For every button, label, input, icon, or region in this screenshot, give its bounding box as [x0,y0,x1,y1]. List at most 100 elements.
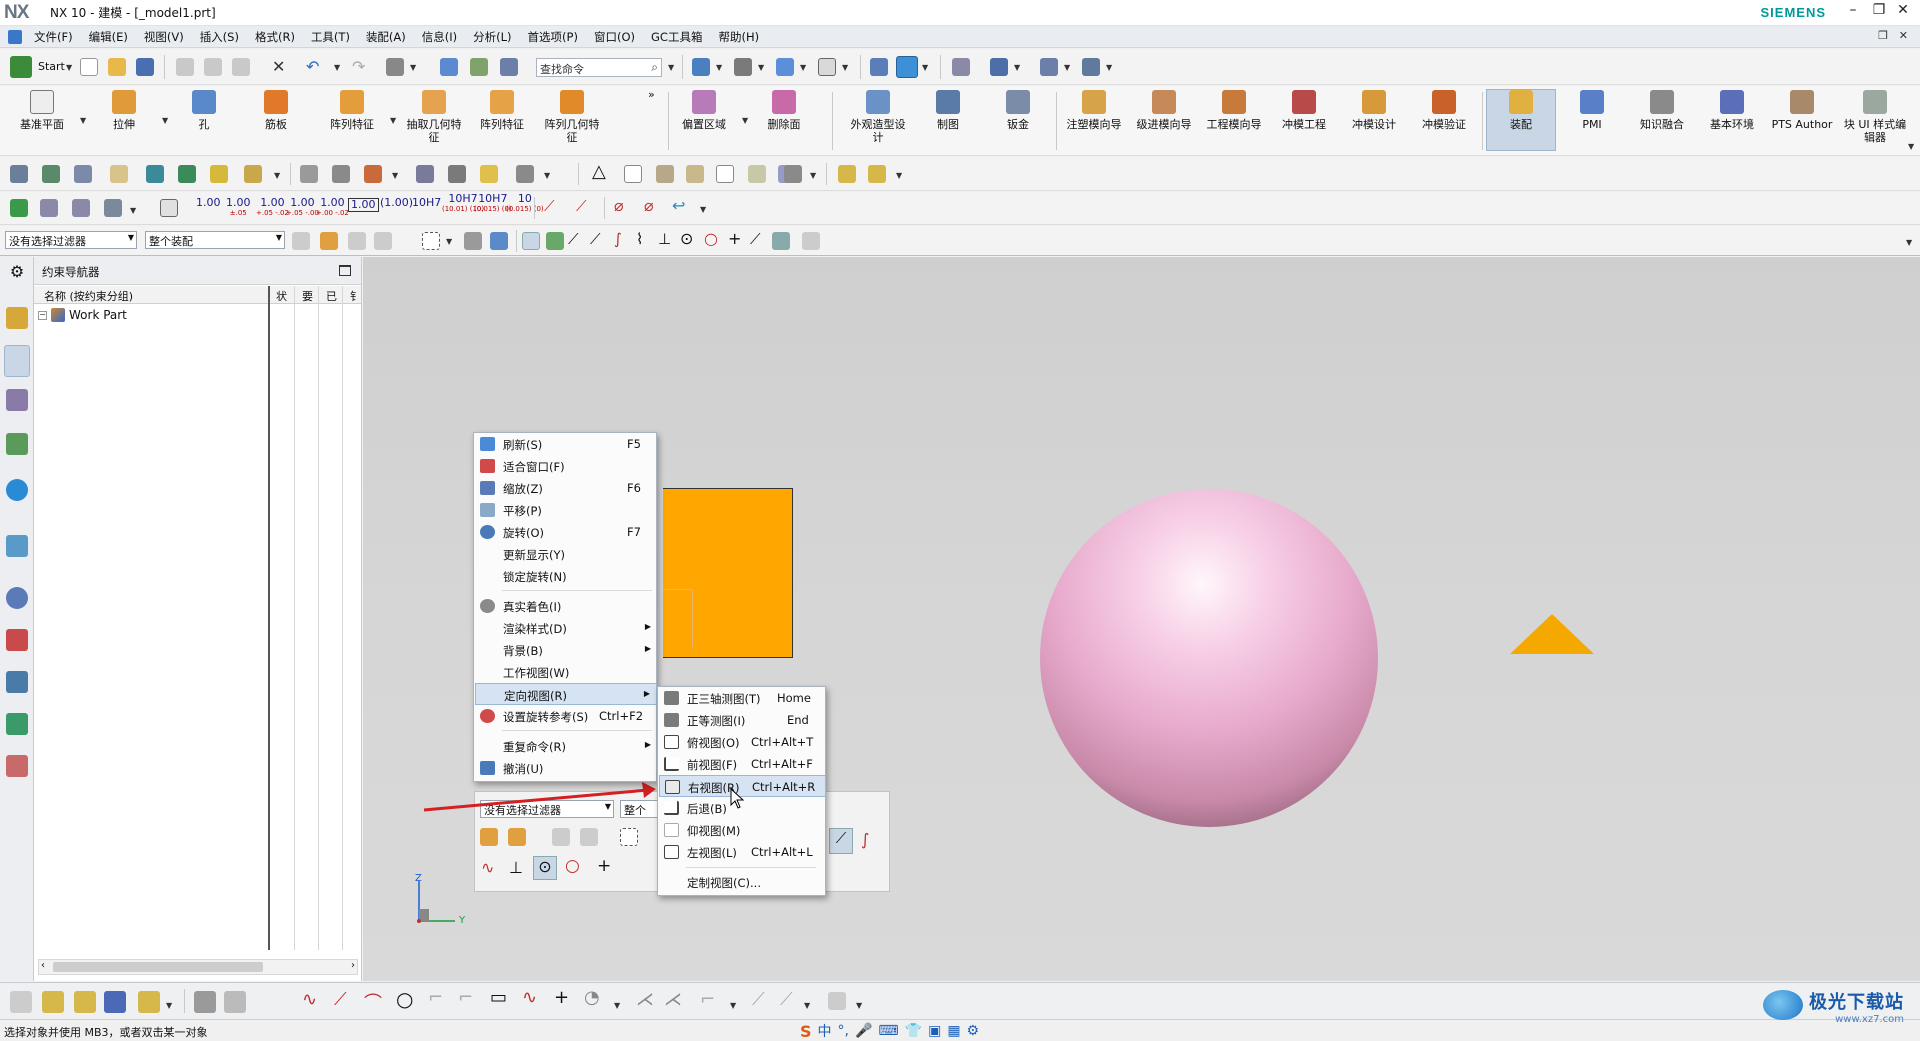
floating-snap-icon[interactable]: ∿ [481,858,494,877]
column-extra[interactable]: 钅 [350,288,361,304]
rect-select-dropdown-icon[interactable]: ▼ [446,237,452,246]
reuse-library-icon[interactable] [6,433,28,455]
search-icon[interactable]: ⌕ [651,60,658,75]
brush-icon[interactable] [748,165,766,183]
ribbon-pattern-feature[interactable]: 阵列特征 [320,90,384,131]
arc-icon[interactable]: ⌒ [364,989,382,1015]
wave-dropdown-icon[interactable]: ▼ [392,171,398,180]
constraint-navigator-2-icon[interactable] [104,991,126,1013]
new-file-icon[interactable] [80,58,98,76]
snap-point-icon[interactable] [522,232,540,250]
search-dropdown-icon[interactable]: ▼ [668,63,674,72]
system-materials-icon[interactable] [6,629,28,651]
triangle-icon[interactable]: △ [592,161,606,182]
trim-body-icon[interactable] [516,165,534,183]
restore-button[interactable]: ❐ [1868,2,1890,18]
ribbon-rib[interactable]: 筋板 [244,90,308,131]
tolerance-reference[interactable]: (1.00) [380,197,413,208]
assembly-add-icon[interactable] [42,991,64,1013]
close-button[interactable]: ✕ [1892,2,1914,18]
column-divider[interactable] [268,286,270,950]
background-icon[interactable] [818,58,836,76]
hole-callout-dropdown-icon[interactable]: ▼ [810,171,816,180]
control-point-icon[interactable]: ∫ [614,230,622,248]
midpoint-icon[interactable]: ⟋ [590,230,601,248]
menu-item-orient-view[interactable]: 定向视图(R) ▶ [475,683,657,705]
floating-curve-icon[interactable]: ∫ [861,830,869,849]
assembly-tools-dropdown-icon[interactable]: ▼ [166,1001,172,1010]
sketch-icon[interactable] [300,165,318,183]
rect-select-icon[interactable] [422,232,440,250]
offset-dropdown-icon[interactable]: ▼ [614,1001,620,1010]
ime-language[interactable]: 中 [818,1021,832,1041]
make-corner-icon[interactable]: ⌐ [700,989,715,1010]
menu-item-refresh[interactable]: 刷新(S) F5 [475,433,657,455]
menu-item-repeat-command[interactable]: 重复命令(R) ▶ [475,735,657,757]
offset-curve-icon[interactable]: ◔ [584,987,600,1008]
point-on-face-icon[interactable] [772,232,790,250]
hd3d-tools-icon[interactable] [6,479,28,501]
existing-point-icon[interactable]: + [728,229,741,248]
punctuation-icon[interactable]: °, [838,1023,849,1039]
cut-icon[interactable] [176,58,194,76]
column-status[interactable]: 状 [276,288,287,304]
coin-icon[interactable] [480,165,498,183]
mirror-assembly-icon[interactable] [210,165,228,183]
menu-information[interactable]: 信息(I) [414,29,465,45]
pipe-icon[interactable] [448,165,466,183]
work-layer-icon[interactable] [896,56,918,78]
cylinder-icon[interactable] [416,165,434,183]
floating-filter-2-icon[interactable] [508,828,526,846]
menu-tools[interactable]: 工具(T) [303,29,358,45]
gear-icon[interactable]: ⚙ [6,262,28,284]
diameter-icon[interactable]: ⌀ [614,196,624,215]
menu-item-work-view[interactable]: 工作视图(W) [475,661,657,683]
selection-scope-select[interactable]: 整个装配 ▼ [145,231,285,249]
check-icon[interactable] [10,199,28,217]
ribbon-hole[interactable]: 孔 [172,90,236,131]
perpendicular-icon[interactable]: ⊥ [658,230,671,248]
scroll-right-icon[interactable]: › [351,960,355,971]
floating-rect-select-icon[interactable] [620,828,638,846]
trim-dropdown-icon[interactable]: ▼ [544,171,550,180]
tolerance-unilateral-lower[interactable]: 1.00 +.00 -.02 [316,197,349,218]
command-search-input[interactable]: 查找命令 ⌕ [536,58,662,77]
open-folder-icon[interactable] [108,58,126,76]
grid-dropdown-icon[interactable]: ▼ [1064,63,1070,72]
repeat-command-icon[interactable] [386,58,404,76]
line-icon[interactable]: ⟋ [334,989,347,1010]
menu-insert[interactable]: 插入(S) [192,29,247,45]
ribbon-overflow-icon[interactable]: ▼ [1908,142,1914,151]
menu-item-pan[interactable]: 平移(P) [475,499,657,521]
hole-callout-icon[interactable] [784,165,802,183]
fit-view-icon[interactable] [692,58,710,76]
menu-item-lock-rotate[interactable]: 锁定旋转(N) [475,565,657,587]
floating-perpendicular-icon[interactable]: ⊥ [509,858,523,877]
menu-help[interactable]: 帮助(H) [710,29,767,45]
ribbon-mold-wizard[interactable]: 注塑模向导 [1062,90,1126,131]
mirror-icon[interactable]: ⟋ [752,989,765,1010]
submenu-item-top[interactable]: 俯视图(O) Ctrl+Alt+T [659,731,826,753]
snap-view-icon[interactable] [990,58,1008,76]
fillet-icon[interactable]: ⌐ [428,987,443,1008]
horizontal-scrollbar[interactable]: ‹ › [38,959,358,975]
menu-item-true-shading[interactable]: 真实着色(I) [475,595,657,617]
polygon-icon[interactable]: ∿ [522,987,537,1008]
column-required[interactable]: 要 [302,288,313,304]
ribbon-progressive-die[interactable]: 级进模向导 [1132,90,1196,131]
ribbon-pmi[interactable]: PMI [1560,90,1624,131]
extrude-dropdown-icon[interactable]: ▼ [162,116,168,125]
floating-point-on-curve-icon[interactable]: ⟋ [829,828,853,854]
sketch-frame-icon[interactable] [10,991,32,1013]
rectangle-icon[interactable]: ▭ [490,987,507,1008]
layer-dropdown-icon[interactable]: ▼ [922,63,928,72]
menu-analysis[interactable]: 分析(L) [465,29,519,45]
offset-dropdown-icon[interactable]: ▼ [742,116,748,125]
return-dropdown-icon[interactable]: ▼ [700,205,706,214]
ruler-dropdown-icon[interactable]: ▼ [1106,63,1112,72]
background-dropdown-icon[interactable]: ▼ [842,63,848,72]
ribbon-datum-plane[interactable]: 基准平面 [10,90,74,131]
toolbar-overflow-icon[interactable]: ▼ [1906,238,1912,247]
corner-dropdown-icon[interactable]: ▼ [730,1001,736,1010]
motion-dropdown-icon[interactable]: ▼ [896,171,902,180]
